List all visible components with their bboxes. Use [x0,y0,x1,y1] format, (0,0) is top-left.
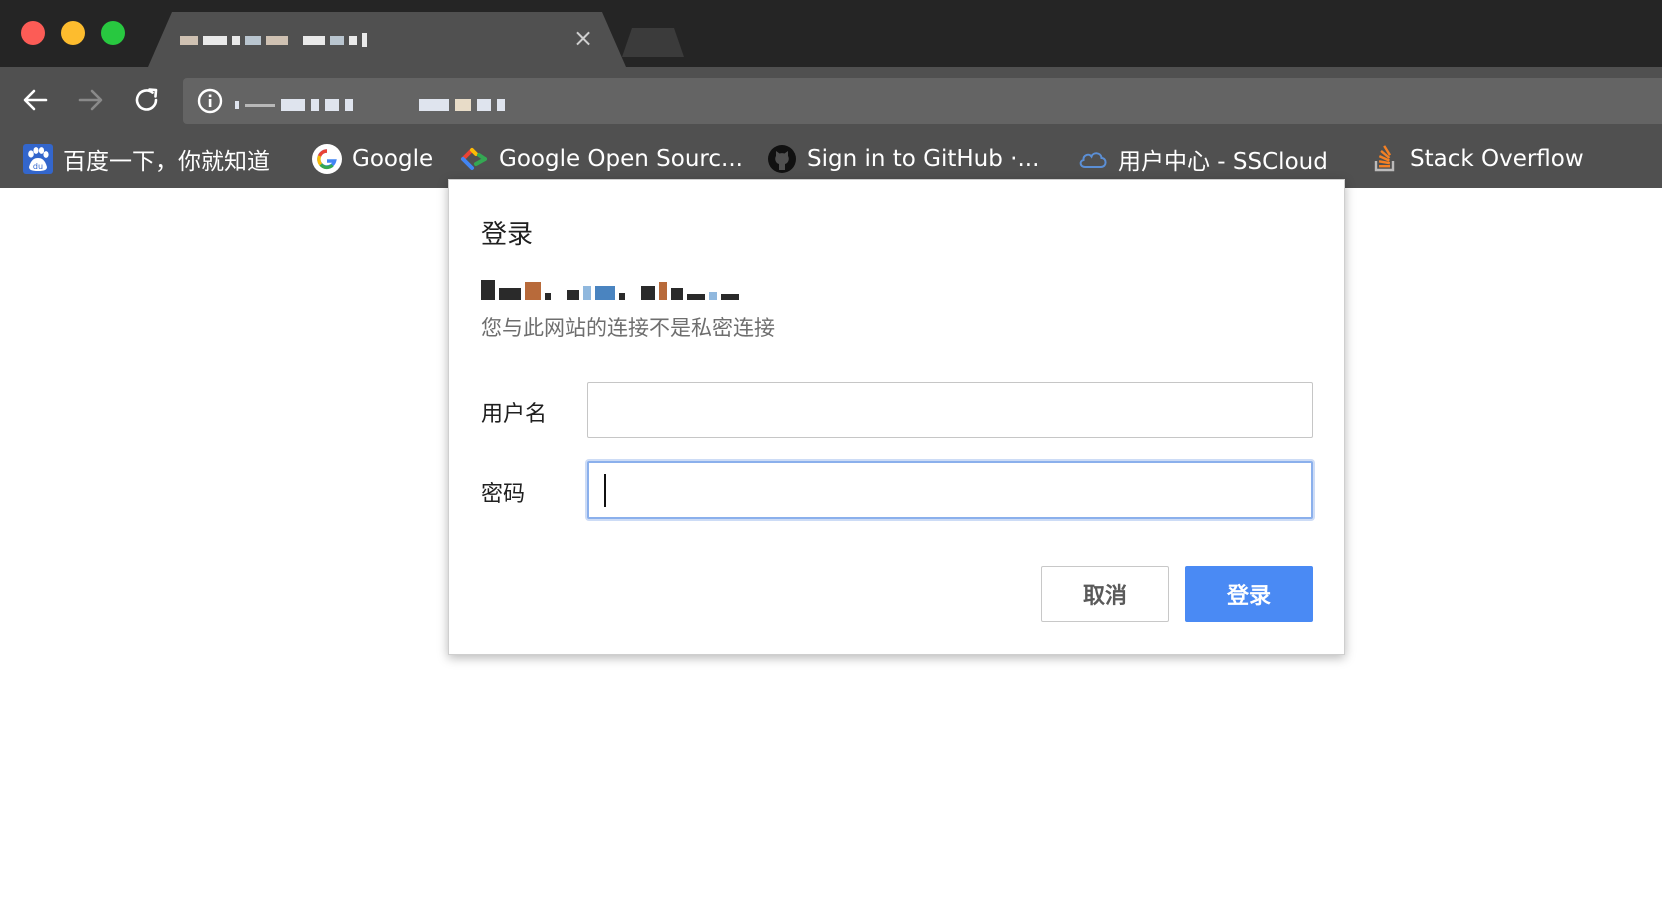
redacted-text [330,35,344,45]
bookmark-github[interactable]: Sign in to GitHub ·... [766,141,1039,177]
reload-button[interactable] [126,79,168,121]
new-tab-button[interactable] [622,28,684,57]
google-open-source-icon [458,143,490,175]
redacted-text [455,99,471,111]
back-button[interactable] [14,79,56,121]
tab-strip: × [0,0,1662,67]
dialog-connection-warning: 您与此网站的连接不是私密连接 [481,316,775,340]
dialog-title: 登录 [481,220,534,250]
arrow-left-icon [23,89,48,111]
redacted-text [481,280,495,300]
svg-text:du: du [33,162,43,171]
google-g-icon [311,143,343,175]
baidu-paw-icon: du [22,143,54,175]
redacted-text [619,293,625,300]
window-minimize-button[interactable] [61,21,85,45]
address-bar[interactable] [183,78,1662,124]
redacted-text [349,35,357,45]
redacted-text [180,35,198,45]
tab-close-icon[interactable]: × [570,25,596,51]
redacted-text [659,282,667,300]
redacted-text [419,99,449,111]
bookmark-baidu[interactable]: du 百度一下，你就知道 [22,141,270,177]
bookmark-label: 百度一下，你就知道 [63,149,270,175]
login-dialog: 登录 您与此网站的连接不是私密连接 用户名 密码 取消 登录 [448,179,1345,655]
redacted-text [687,294,705,300]
text-caret [604,474,606,507]
redacted-text [232,35,240,45]
username-label: 用户名 [481,402,548,427]
cloud-icon [1077,143,1109,175]
bookmark-label: Google Open Sourc... [499,146,743,172]
redacted-text [203,35,227,45]
redacted-text [235,101,239,109]
redacted-text [345,99,353,111]
bookmark-label: Google [352,146,434,172]
reload-icon [135,88,158,111]
redacted-text [721,294,739,300]
forward-button[interactable] [70,79,112,121]
redacted-text [525,282,541,300]
bookmark-label: Stack Overflow [1410,146,1584,172]
password-label: 密码 [481,482,526,507]
redacted-text [671,288,683,300]
arrow-right-icon [78,89,103,111]
cancel-button[interactable]: 取消 [1041,566,1169,622]
stack-overflow-icon [1369,143,1401,175]
bookmark-sscloud[interactable]: 用户中心 - SSCloud [1077,141,1328,177]
username-input[interactable] [587,382,1313,438]
redacted-text [583,286,591,300]
redacted-text [281,99,305,111]
redacted-text [303,35,325,45]
dialog-host-redacted [481,276,739,300]
tab-title [180,30,430,50]
info-icon[interactable] [196,87,224,115]
redacted-text [362,33,367,47]
bookmark-stack-overflow[interactable]: Stack Overflow [1369,141,1584,177]
redacted-text [245,103,275,107]
redacted-text [595,286,615,300]
toolbar [0,67,1662,133]
login-button[interactable]: 登录 [1185,566,1313,622]
github-octocat-icon [766,143,798,175]
redacted-text [311,99,319,111]
redacted-text [497,99,505,111]
bookmark-label: Sign in to GitHub ·... [807,146,1040,172]
redacted-text [266,35,288,45]
redacted-text [641,286,655,300]
redacted-text [709,292,717,300]
redacted-text [325,99,339,111]
redacted-text [245,35,261,45]
redacted-text [567,290,579,300]
bookmark-google[interactable]: Google [311,141,433,177]
bookmark-google-open-source[interactable]: Google Open Sourc... [458,141,743,177]
redacted-text [499,288,521,300]
redacted-text [477,99,491,111]
browser-window: × du 百度一下，你就知道 Google Google Open Sourc.… [0,0,1662,902]
bookmark-label: 用户中心 - SSCloud [1118,149,1328,175]
redacted-text [545,293,551,300]
window-maximize-button[interactable] [101,21,125,45]
window-close-button[interactable] [21,21,45,45]
address-text-redacted [235,98,505,112]
password-input[interactable] [587,461,1313,519]
